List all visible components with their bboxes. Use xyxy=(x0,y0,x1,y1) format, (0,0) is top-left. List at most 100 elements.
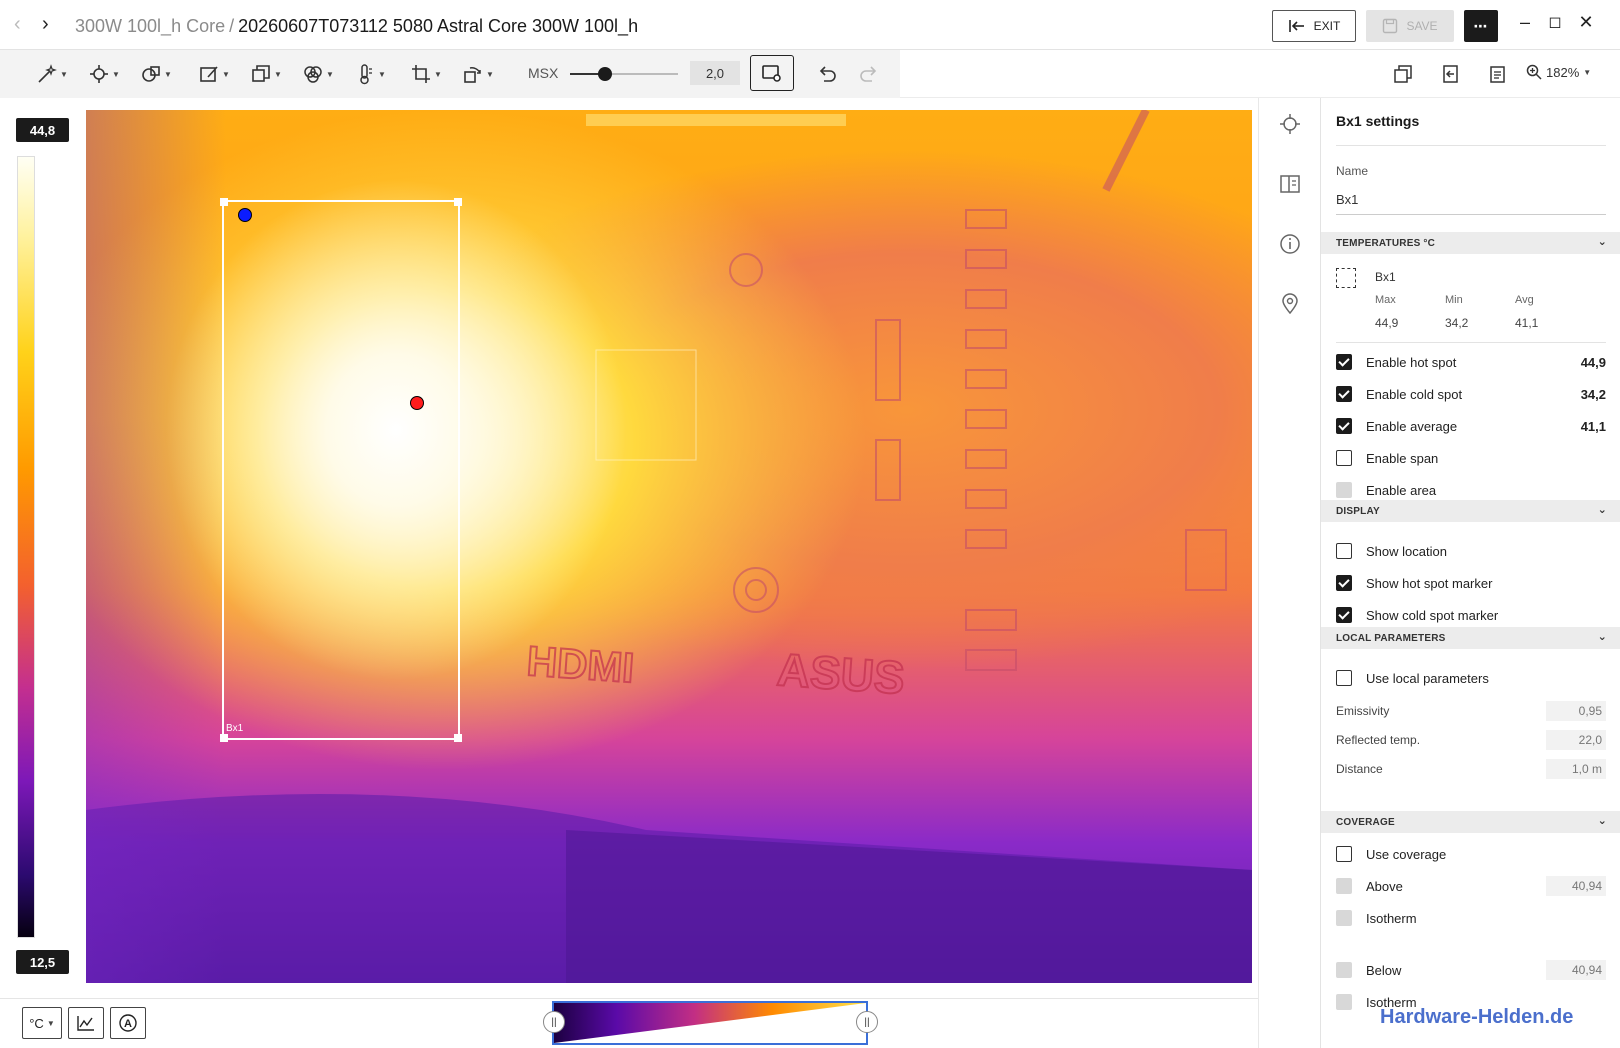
msx-value-field[interactable]: 2,0 xyxy=(690,61,740,85)
param-input[interactable]: 0,95 xyxy=(1546,701,1606,721)
option-use-coverage[interactable]: Use coverage xyxy=(1336,844,1606,864)
box-resize-handle[interactable] xyxy=(220,198,228,206)
shape-tool[interactable]: ▼ xyxy=(140,62,172,86)
thermal-image[interactable]: HDMI ASUS Bx1 xyxy=(86,110,1252,983)
crop-tool[interactable]: ▼ xyxy=(410,62,442,86)
crop-box-tool[interactable]: ▼ xyxy=(250,62,282,86)
checkbox[interactable] xyxy=(1336,543,1352,559)
scale-min-value[interactable]: 12,5 xyxy=(16,950,69,974)
checkbox[interactable] xyxy=(1336,607,1352,623)
save-button[interactable]: SAVE xyxy=(1366,10,1454,42)
close-icon[interactable]: ✕ xyxy=(1574,12,1598,33)
palette-mapping-shape xyxy=(554,1003,866,1043)
maximize-icon[interactable]: ◻ xyxy=(1543,12,1567,32)
exit-button[interactable]: EXIT xyxy=(1272,10,1356,42)
temperature-tool[interactable]: ▼ xyxy=(354,62,386,86)
checkbox[interactable] xyxy=(1336,846,1352,862)
panel-icon[interactable] xyxy=(1278,172,1302,196)
checkbox[interactable] xyxy=(1336,575,1352,591)
option-above: Above 40,94 xyxy=(1336,876,1606,896)
option-label: Use local parameters xyxy=(1366,670,1489,686)
minimize-icon[interactable]: – xyxy=(1513,12,1537,33)
forward-icon[interactable]: › xyxy=(42,14,49,34)
section-temperatures[interactable]: TEMPERATURES °C ⌄ xyxy=(1321,232,1620,254)
box-resize-handle[interactable] xyxy=(220,734,228,742)
checkbox[interactable] xyxy=(1336,386,1352,402)
exit-label: EXIT xyxy=(1313,19,1341,33)
option-show-location[interactable]: Show location xyxy=(1336,541,1606,561)
chevron-down-icon: ⌄ xyxy=(1597,236,1607,248)
checkbox[interactable] xyxy=(1336,354,1352,370)
palette-high-handle[interactable]: || xyxy=(856,1011,878,1033)
chevron-down-icon: ▼ xyxy=(112,69,120,79)
save-icon xyxy=(1383,18,1398,34)
section-display[interactable]: DISPLAY ⌄ xyxy=(1321,500,1620,522)
checkbox xyxy=(1336,482,1352,498)
param-distance: Distance 1,0 m xyxy=(1336,759,1606,779)
zoom-control[interactable]: 182% ▼ xyxy=(1526,64,1591,80)
palette-range-slider[interactable] xyxy=(552,1001,868,1045)
below-value-input: 40,94 xyxy=(1546,960,1606,980)
scale-max-value[interactable]: 44,8 xyxy=(16,118,69,142)
rotate-tool[interactable]: ▼ xyxy=(462,62,494,86)
location-pin-icon[interactable] xyxy=(1278,292,1302,316)
chart-icon xyxy=(77,1016,94,1031)
param-label: Distance xyxy=(1336,762,1383,776)
redo-button[interactable] xyxy=(858,62,880,86)
palette-low-handle[interactable]: || xyxy=(543,1011,565,1033)
info-icon[interactable] xyxy=(1278,232,1302,256)
measurement-box[interactable]: Bx1 xyxy=(220,198,462,742)
param-input[interactable]: 1,0 m xyxy=(1546,759,1606,779)
option-show-hot-spot-marker[interactable]: Show hot spot marker xyxy=(1336,573,1606,593)
section-display-title: DISPLAY xyxy=(1336,505,1380,517)
unit-selector[interactable]: °C ▼ xyxy=(22,1007,62,1039)
checkbox xyxy=(1336,878,1352,894)
breadcrumb-current: 20260607T073112 5080 Astral Core 300W 10… xyxy=(238,16,639,36)
crop-icon xyxy=(412,65,430,83)
option-enable-average[interactable]: Enable average 41,1 xyxy=(1336,416,1606,436)
annotation-tool[interactable]: ▼ xyxy=(36,62,68,86)
box-resize-handle[interactable] xyxy=(454,734,462,742)
param-input[interactable]: 22,0 xyxy=(1546,730,1606,750)
rotate-icon xyxy=(464,67,481,83)
msx-slider-handle[interactable] xyxy=(598,67,612,81)
option-value: 44,9 xyxy=(1580,354,1606,370)
duplicate-icon xyxy=(1394,65,1412,83)
section-coverage[interactable]: COVERAGE ⌄ xyxy=(1321,811,1620,833)
auto-adjust-button[interactable]: A xyxy=(110,1007,146,1039)
option-enable-span[interactable]: Enable span xyxy=(1336,448,1606,468)
checkbox[interactable] xyxy=(1336,418,1352,434)
param-reflected-temp: Reflected temp. 22,0 xyxy=(1336,730,1606,750)
crosshair-icon[interactable] xyxy=(1278,112,1302,136)
edit-tool[interactable]: ▼ xyxy=(198,62,230,86)
undo-button[interactable] xyxy=(816,62,838,86)
back-icon[interactable]: ‹ xyxy=(14,14,21,34)
duplicate-button[interactable] xyxy=(1392,62,1414,86)
report-button[interactable] xyxy=(1486,62,1508,86)
side-tool-rail xyxy=(1258,98,1320,1048)
export-button[interactable] xyxy=(1440,62,1462,86)
option-use-local-parameters[interactable]: Use local parameters xyxy=(1336,668,1606,688)
unit-label: °C xyxy=(29,1015,44,1031)
chevron-down-icon: ▼ xyxy=(60,69,68,79)
box-resize-handle[interactable] xyxy=(454,198,462,206)
checkbox[interactable] xyxy=(1336,450,1352,466)
spot-tool[interactable]: ▼ xyxy=(88,62,120,86)
histogram-button[interactable] xyxy=(68,1007,104,1039)
undo-icon xyxy=(819,66,836,82)
option-enable-hot-spot[interactable]: Enable hot spot 44,9 xyxy=(1336,352,1606,372)
section-local-parameters[interactable]: LOCAL PARAMETERS ⌄ xyxy=(1321,627,1620,649)
more-options-button[interactable]: ⋯ xyxy=(1464,10,1498,42)
breadcrumb-parent[interactable]: 300W 100l_h Core xyxy=(75,16,225,36)
option-show-cold-spot-marker[interactable]: Show cold spot marker xyxy=(1336,605,1606,625)
chevron-down-icon: ⌄ xyxy=(1597,631,1607,643)
name-input[interactable]: Bx1 xyxy=(1336,192,1358,207)
title-bar: ‹ › 300W 100l_h Core/20260607T073112 508… xyxy=(0,0,1620,50)
checkbox[interactable] xyxy=(1336,670,1352,686)
param-emissivity: Emissivity 0,95 xyxy=(1336,701,1606,721)
max-value: 44,9 xyxy=(1375,316,1399,330)
toolbar: ▼ ▼ ▼ ▼ ▼ ▼ ▼ ▼ ▼ MSX 2,0 182% ▼ xyxy=(0,50,1620,98)
select-box-tool[interactable] xyxy=(750,55,794,91)
palette-tool[interactable]: ▼ xyxy=(302,62,334,86)
option-enable-cold-spot[interactable]: Enable cold spot 34,2 xyxy=(1336,384,1606,404)
